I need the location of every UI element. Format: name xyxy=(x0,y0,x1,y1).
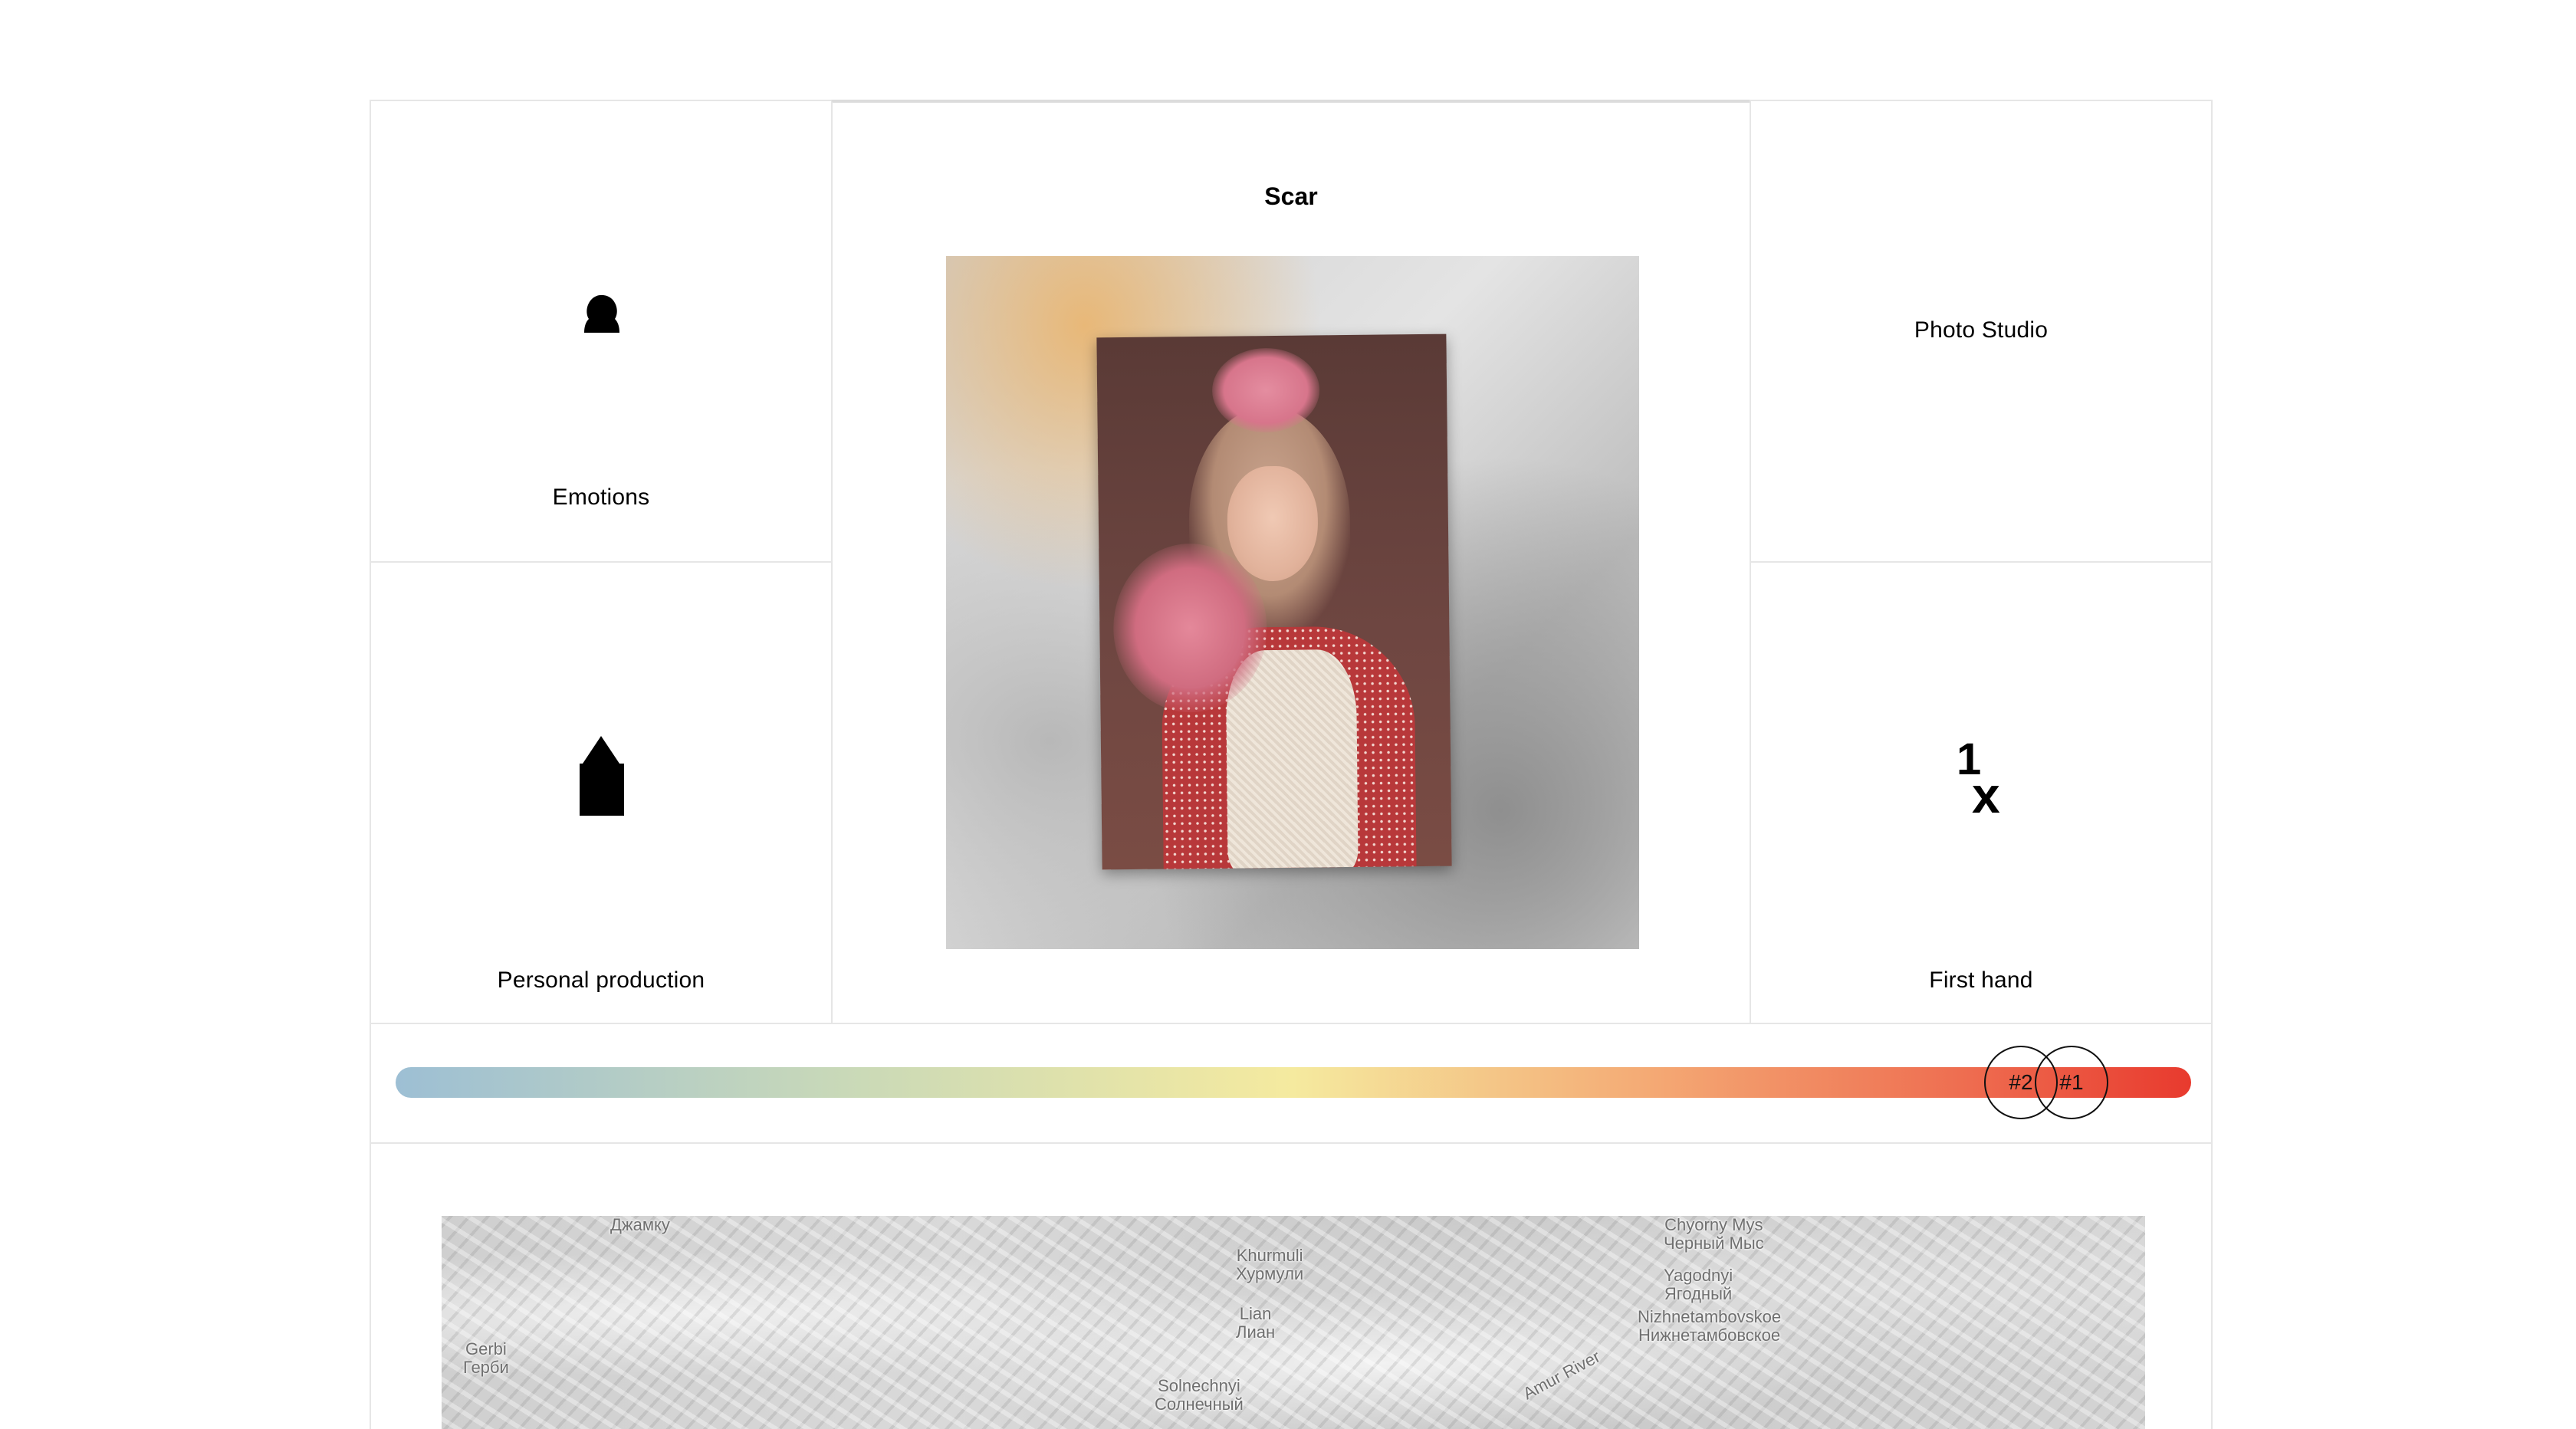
head-silhouette-icon xyxy=(584,294,619,333)
photo-bow-side xyxy=(1112,543,1268,714)
map-label-dzhamku: Джамку xyxy=(610,1216,670,1234)
card-label: Photo Studio xyxy=(1914,317,2049,343)
one-x-icon: 1 x xyxy=(1957,736,2000,816)
vintage-print xyxy=(1096,333,1452,870)
card-title: Scar xyxy=(1264,182,1318,210)
map-label-nizhnetambovskoe: Nizhnetambovskoe Нижнетамбовское xyxy=(1638,1307,1782,1345)
card-label: First hand xyxy=(1929,967,2033,993)
map-label-yagodnyi: Yagodnyi Ягодный xyxy=(1664,1266,1733,1303)
card-personal-production[interactable]: Personal production xyxy=(370,561,833,1024)
map-section: Джамку Gerbi Герби Khurmuli Хурмули Lian… xyxy=(370,1142,2213,1429)
card-label: Personal production xyxy=(497,967,705,993)
scale-marker-1[interactable]: #1 xyxy=(2035,1046,2108,1119)
card-photo-studio[interactable]: Photo Studio xyxy=(1750,100,2213,563)
terrain-map[interactable]: Джамку Gerbi Герби Khurmuli Хурмули Lian… xyxy=(442,1216,2145,1429)
rating-scale: #2 #1 xyxy=(370,1023,2213,1144)
scale-gradient-bar[interactable] xyxy=(396,1067,2191,1098)
card-emotions[interactable]: Emotions xyxy=(370,100,833,563)
map-label-lian: Lian Лиан xyxy=(1236,1304,1276,1342)
photo[interactable] xyxy=(946,256,1639,949)
house-silhouette-icon xyxy=(580,736,624,816)
one-x-icon-x: x xyxy=(1972,767,2000,816)
map-label-solnechnyi: Solnechnyi Солнечный xyxy=(1155,1376,1244,1414)
map-label-chyorny-mys: Chyorny Mys Черный Мыс xyxy=(1664,1216,1764,1253)
card-label: Emotions xyxy=(552,485,650,510)
map-label-khurmuli: Khurmuli Хурмули xyxy=(1236,1246,1304,1283)
map-label-amur-river: Amur River xyxy=(1520,1346,1604,1404)
card-scar: Scar xyxy=(831,100,1751,1024)
page: Emotions Personal production Scar Photo … xyxy=(0,0,2576,1429)
card-first-hand[interactable]: 1 x First hand xyxy=(1750,561,2213,1024)
map-label-gerbi: Gerbi Герби xyxy=(463,1339,509,1377)
